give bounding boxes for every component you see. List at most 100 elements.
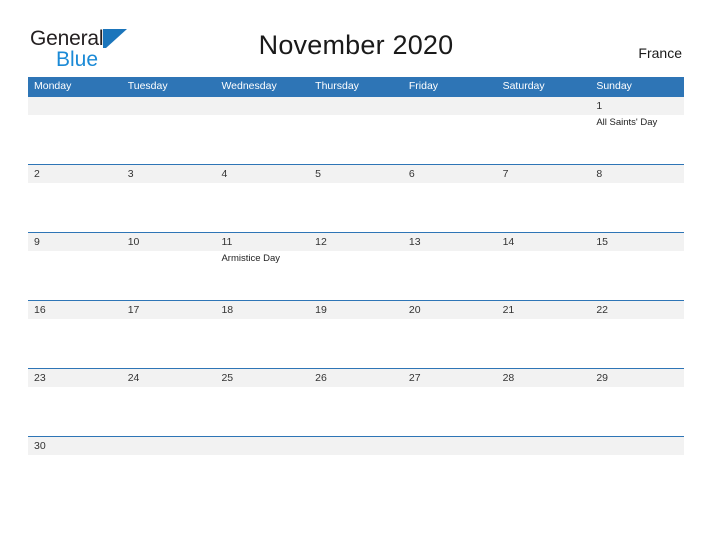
day-cell[interactable]: 14	[497, 233, 591, 300]
day-number: 2	[34, 168, 40, 180]
day-event: Armistice Day	[221, 253, 281, 264]
day-cell[interactable]	[590, 437, 684, 504]
week-row: 1 All Saints' Day	[28, 96, 684, 164]
day-cell[interactable]: 4	[215, 165, 309, 232]
weekday-header-row: Monday Tuesday Wednesday Thursday Friday…	[28, 77, 684, 96]
day-cell[interactable]	[215, 97, 309, 164]
day-cell[interactable]: 25	[215, 369, 309, 436]
day-cell[interactable]: 13	[403, 233, 497, 300]
day-number	[503, 97, 591, 115]
day-number	[221, 437, 309, 455]
day-number	[409, 437, 497, 455]
day-number: 27	[408, 372, 421, 384]
weekday-friday: Friday	[408, 80, 439, 92]
day-cell[interactable]: 22	[590, 301, 684, 368]
day-cell[interactable]: 8	[590, 165, 684, 232]
weekday-tuesday: Tuesday	[127, 80, 168, 92]
day-cell[interactable]	[122, 97, 216, 164]
day-number: 6	[408, 168, 415, 180]
day-cell[interactable]: 10	[122, 233, 216, 300]
day-cell[interactable]	[403, 97, 497, 164]
day-number	[315, 437, 403, 455]
day-number: 17	[127, 304, 140, 316]
day-number: 29	[596, 372, 608, 384]
day-number: 15	[596, 236, 608, 248]
day-number	[34, 97, 122, 115]
day-cell[interactable]: 15	[590, 233, 684, 300]
day-number	[596, 437, 684, 455]
day-cell[interactable]: 7	[497, 165, 591, 232]
day-cell[interactable]: 24	[122, 369, 216, 436]
day-number: 10	[127, 236, 140, 248]
day-number: 19	[315, 304, 327, 316]
day-number	[221, 97, 309, 115]
day-cell[interactable]: 28	[497, 369, 591, 436]
day-number	[503, 437, 591, 455]
day-cell[interactable]: 29	[590, 369, 684, 436]
day-number: 9	[34, 236, 40, 248]
day-cell[interactable]	[403, 437, 497, 504]
day-number	[315, 97, 403, 115]
day-number	[128, 437, 216, 455]
day-number: 16	[34, 304, 46, 316]
week-dates: 23 24 25 26 27 28 29	[28, 369, 684, 436]
calendar-page: General Blue November 2020 France Monday…	[0, 0, 712, 550]
day-cell[interactable]: 11 Armistice Day	[215, 233, 309, 300]
day-cell[interactable]: 1 All Saints' Day	[590, 97, 684, 164]
day-number: 28	[502, 372, 515, 384]
day-cell[interactable]: 9	[28, 233, 122, 300]
day-cell[interactable]: 5	[309, 165, 403, 232]
day-cell[interactable]: 17	[122, 301, 216, 368]
page-title: November 2020	[258, 30, 454, 60]
day-number: 22	[596, 304, 608, 316]
week-dates: 1 All Saints' Day	[28, 97, 684, 164]
day-cell[interactable]	[309, 97, 403, 164]
day-cell[interactable]	[309, 437, 403, 504]
day-cell[interactable]: 3	[122, 165, 216, 232]
day-cell[interactable]: 26	[309, 369, 403, 436]
weekday-sunday: Sunday	[596, 80, 632, 92]
week-dates: 30	[28, 437, 684, 504]
day-cell[interactable]: 19	[309, 301, 403, 368]
day-number	[128, 97, 216, 115]
day-number: 1	[596, 100, 603, 112]
day-number: 8	[596, 168, 603, 180]
day-number: 23	[34, 372, 46, 384]
week-dates: 16 17 18 19 20 21 22	[28, 301, 684, 368]
day-cell[interactable]: 6	[403, 165, 497, 232]
weekday-monday: Monday	[34, 80, 72, 92]
page-header: General Blue November 2020 France	[0, 0, 712, 70]
day-number: 30	[34, 440, 46, 452]
day-number: 20	[408, 304, 421, 316]
day-cell[interactable]: 27	[403, 369, 497, 436]
country-label: France	[638, 45, 682, 61]
day-number: 13	[408, 236, 421, 248]
day-event: All Saints' Day	[596, 117, 658, 128]
day-cell[interactable]: 21	[497, 301, 591, 368]
week-dates: 9 10 11 Armistice Day 12 13 14 15	[28, 233, 684, 300]
day-cell[interactable]	[122, 437, 216, 504]
day-cell[interactable]: 2	[28, 165, 122, 232]
weekday-thursday: Thursday	[315, 80, 359, 92]
day-number: 26	[315, 372, 327, 384]
day-number: 11	[221, 236, 233, 248]
day-cell[interactable]: 30	[28, 437, 122, 504]
day-cell[interactable]: 20	[403, 301, 497, 368]
day-number: 3	[127, 168, 134, 180]
day-cell[interactable]	[215, 437, 309, 504]
day-number: 18	[221, 304, 234, 316]
day-cell[interactable]	[497, 437, 591, 504]
day-cell[interactable]	[28, 97, 122, 164]
week-row: 2 3 4 5 6 7 8	[28, 164, 684, 232]
day-number: 14	[502, 236, 515, 248]
day-number: 12	[315, 236, 327, 248]
day-cell[interactable]: 12	[309, 233, 403, 300]
week-row: 16 17 18 19 20 21 22	[28, 300, 684, 368]
day-cell[interactable]: 18	[215, 301, 309, 368]
day-cell[interactable]: 16	[28, 301, 122, 368]
day-cell[interactable]	[497, 97, 591, 164]
week-row: 23 24 25 26 27 28 29	[28, 368, 684, 436]
day-number: 4	[221, 168, 228, 180]
day-number	[409, 97, 497, 115]
day-cell[interactable]: 23	[28, 369, 122, 436]
